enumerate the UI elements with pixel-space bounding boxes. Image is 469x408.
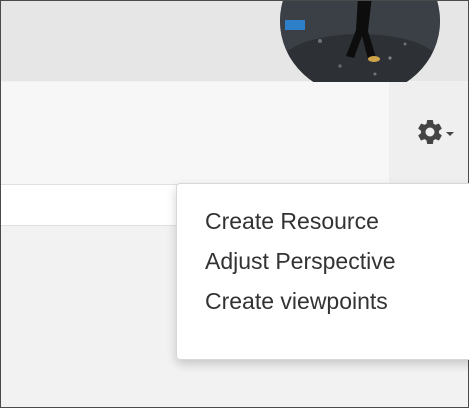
caret-down-icon [445,132,454,136]
settings-dropdown-button[interactable] [409,112,459,152]
menu-item-adjust-perspective[interactable]: Adjust Perspective [205,247,395,275]
gear-icon [417,119,442,144]
settings-dropdown-menu: Create Resource Adjust Perspective Creat… [176,183,469,360]
menu-item-create-resource[interactable]: Create Resource [205,207,379,235]
menu-item-create-viewpoints[interactable]: Create viewpoints [205,287,388,315]
top-bar [1,1,468,96]
